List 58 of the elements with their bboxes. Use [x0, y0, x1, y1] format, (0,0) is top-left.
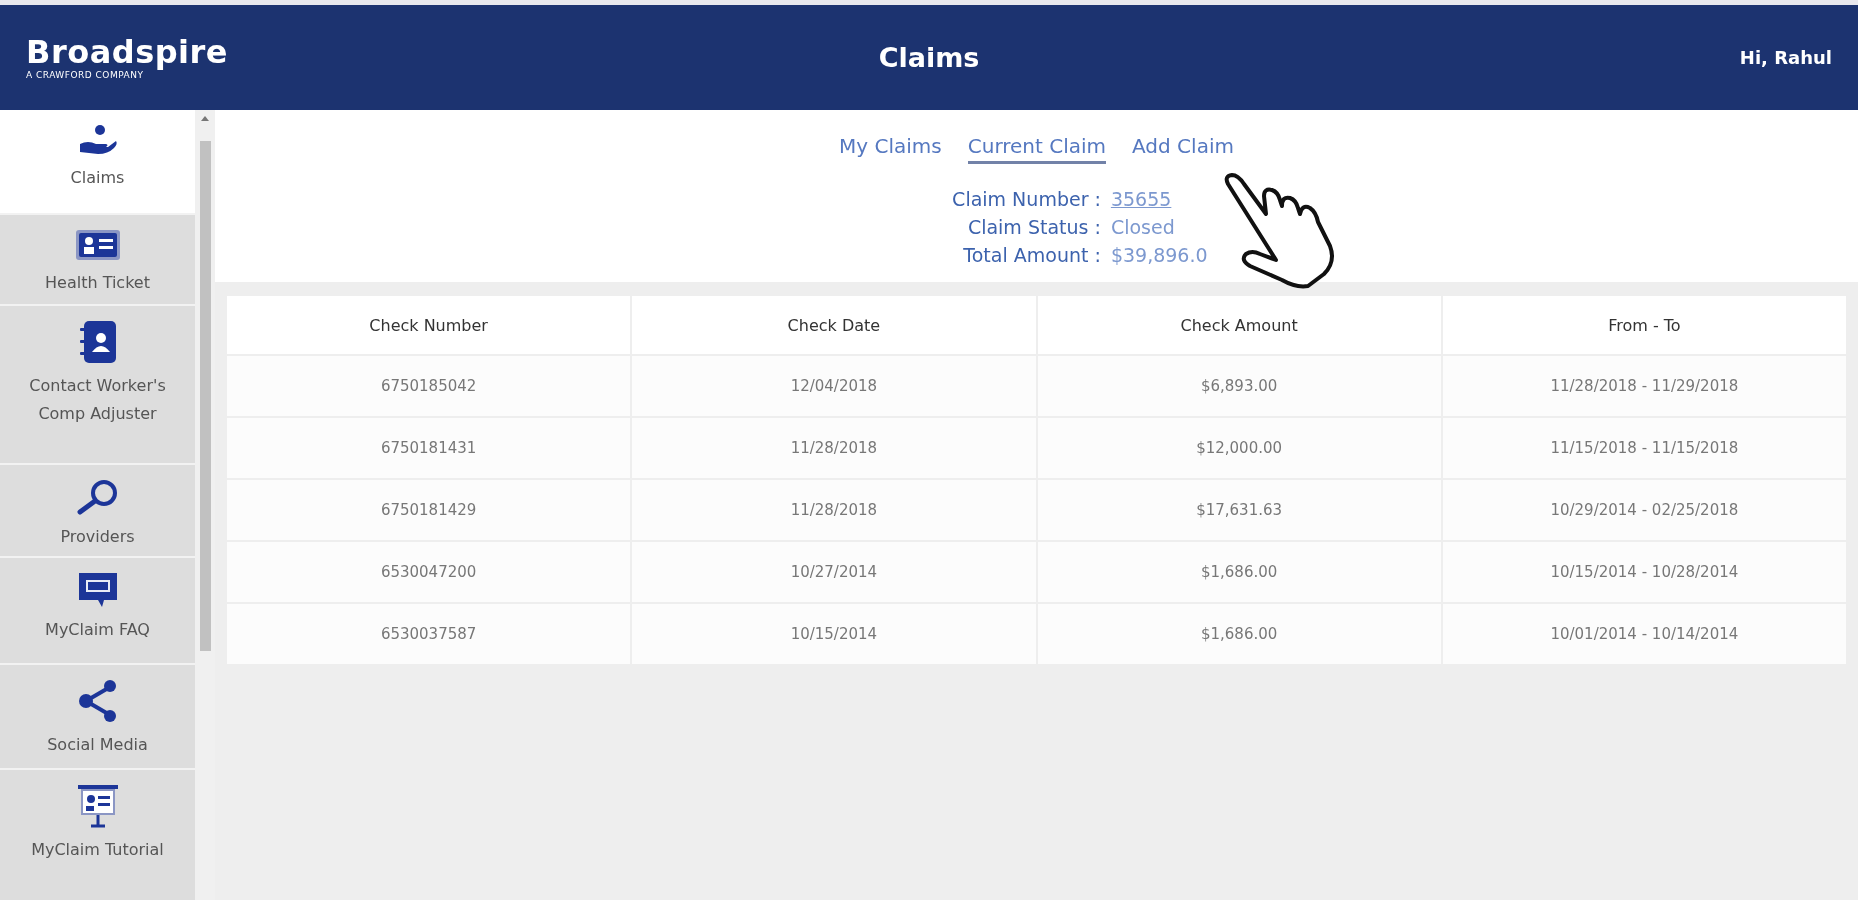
- table-cell: 6750181431: [227, 418, 631, 478]
- sidebar-item[interactable]: MyClaim FAQ: [0, 558, 195, 665]
- sidebar-label: Contact Worker's Comp Adjuster: [28, 375, 167, 425]
- claim-field-value: $39,896.0: [1110, 244, 1208, 266]
- table-cell: 11/15/2018 - 11/15/2018: [1442, 418, 1846, 478]
- table-cell: 10/29/2014 - 02/25/2018: [1442, 480, 1846, 540]
- sidebar-label: MyClaim FAQ: [44, 619, 151, 641]
- address-book-icon: [77, 320, 118, 364]
- table-cell: 10/15/2014: [632, 604, 1036, 664]
- table-cell: $12,000.00: [1037, 418, 1441, 478]
- table-cell: $17,631.63: [1037, 480, 1441, 540]
- sidebar-label: Social Media: [46, 734, 149, 756]
- sidebar-item[interactable]: MyClaim Tutorial: [0, 770, 195, 900]
- claim-field-value: Closed: [1110, 216, 1175, 238]
- sidebar-label: Providers: [59, 526, 136, 548]
- faq-bubble-icon: [77, 572, 118, 608]
- column-header: Check Date: [632, 296, 1036, 354]
- hand-coin-icon: [77, 124, 118, 156]
- table-cell: 6530047200: [227, 542, 631, 602]
- claim-tab[interactable]: My Claims: [839, 134, 942, 164]
- table-cell: $6,893.00: [1037, 356, 1441, 416]
- table-cell: $1,686.00: [1037, 542, 1441, 602]
- user-greeting: Hi, Rahul: [1738, 47, 1832, 68]
- column-header: From - To: [1442, 296, 1846, 354]
- scrollbar[interactable]: [195, 110, 215, 900]
- claim-field-label: Total Amount :: [962, 244, 1101, 266]
- sidebar-label: Claims: [69, 167, 126, 189]
- table-cell: $1,686.00: [1037, 604, 1441, 664]
- sidebar-item[interactable]: Health Ticket: [0, 215, 195, 306]
- table-cell: 10/27/2014: [632, 542, 1036, 602]
- page-title: Claims: [877, 42, 981, 73]
- sidebar-item[interactable]: Social Media: [0, 665, 195, 770]
- presentation-board-icon: [75, 784, 120, 828]
- table-cell: 6530037587: [227, 604, 631, 664]
- sidebar-item[interactable]: Contact Worker's Comp Adjuster: [0, 306, 195, 465]
- claim-field-label: Claim Status :: [966, 216, 1101, 238]
- claim-tab[interactable]: Current Claim: [967, 134, 1107, 164]
- column-header: Check Amount: [1037, 296, 1441, 354]
- table-cell: 12/04/2018: [632, 356, 1036, 416]
- share-icon: [77, 679, 118, 723]
- claim-tab[interactable]: Add Claim: [1132, 134, 1234, 164]
- table-cell: 6750185042: [227, 356, 631, 416]
- brand-tagline: A CRAWFORD COMPANY: [26, 69, 144, 80]
- table-cell: 11/28/2018 - 11/29/2018: [1442, 356, 1846, 416]
- column-header: Check Number: [227, 296, 631, 354]
- table-cell: 6750181429: [227, 480, 631, 540]
- sidebar-label: MyClaim Tutorial: [30, 839, 165, 861]
- sidebar-item[interactable]: Claims: [0, 110, 195, 215]
- id-card-icon: [74, 229, 121, 261]
- claim-number-link[interactable]: 35655: [1110, 188, 1172, 210]
- table-cell: 11/28/2018: [632, 480, 1036, 540]
- table-cell: 10/01/2014 - 10/14/2014: [1442, 604, 1846, 664]
- sidebar-item[interactable]: Providers: [0, 465, 195, 558]
- table-cell: 10/15/2014 - 10/28/2014: [1442, 542, 1846, 602]
- claim-field-label: Claim Number :: [952, 188, 1101, 210]
- search-icon: [75, 479, 120, 515]
- table-cell: 11/28/2018: [632, 418, 1036, 478]
- sidebar-label: Health Ticket: [44, 272, 151, 294]
